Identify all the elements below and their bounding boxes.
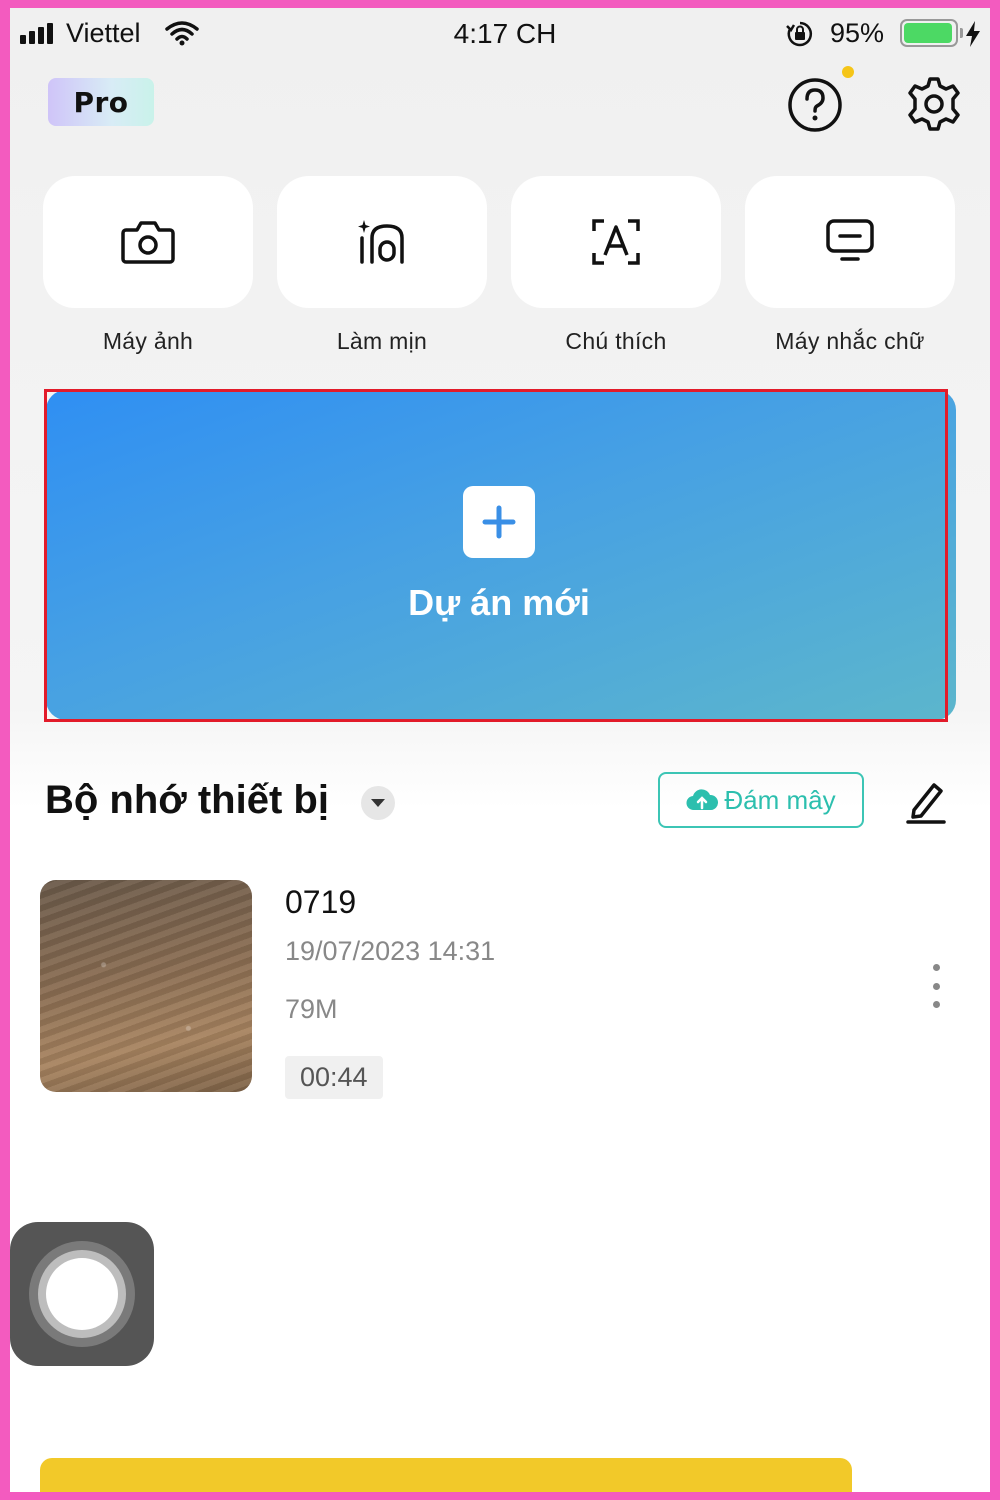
tool-label: Làm mịn bbox=[336, 328, 428, 354]
tool-card[interactable] bbox=[277, 176, 487, 308]
tool-retouch[interactable]: Làm mịn bbox=[277, 176, 487, 355]
assistive-touch-button[interactable] bbox=[10, 1222, 154, 1366]
tool-card[interactable] bbox=[511, 176, 721, 308]
help-icon[interactable] bbox=[786, 76, 844, 134]
retouch-icon bbox=[358, 220, 404, 264]
project-size: 79M bbox=[285, 994, 338, 1024]
project-name[interactable]: 0719 bbox=[285, 884, 356, 921]
rotation-lock-icon bbox=[786, 21, 813, 47]
teleprompter-icon bbox=[826, 219, 874, 261]
new-project-label: Dự án mới bbox=[408, 582, 590, 623]
tool-card[interactable] bbox=[745, 176, 955, 308]
new-project-button[interactable]: Dự án mới bbox=[46, 390, 956, 720]
tool-label: Máy ảnh bbox=[102, 328, 194, 354]
section-title[interactable]: Bộ nhớ thiết bị bbox=[45, 778, 329, 823]
bottom-banner[interactable] bbox=[40, 1458, 852, 1492]
app-screen: Viettel 4:17 CH 95% Pro Máy ảnh Làm mịn … bbox=[10, 8, 990, 1492]
battery-percent: 95% bbox=[830, 18, 885, 48]
cloud-button[interactable]: Đám mây bbox=[658, 772, 864, 828]
cloud-button-label: Đám mây bbox=[724, 784, 836, 815]
gear-icon[interactable] bbox=[904, 74, 964, 134]
notification-dot bbox=[842, 66, 854, 78]
camera-icon bbox=[121, 221, 175, 264]
auto-caption-icon bbox=[592, 219, 640, 265]
project-duration: 00:44 bbox=[285, 1056, 383, 1099]
charging-icon bbox=[966, 21, 980, 47]
pro-badge[interactable]: Pro bbox=[48, 78, 154, 126]
chevron-down-icon[interactable] bbox=[361, 786, 395, 820]
status-bar: Viettel 4:17 CH 95% bbox=[10, 8, 990, 58]
more-options-icon[interactable] bbox=[926, 964, 946, 1008]
project-date: 19/07/2023 14:31 bbox=[285, 936, 496, 966]
cloud-upload-icon bbox=[686, 789, 719, 811]
tool-label: Chú thích bbox=[565, 328, 667, 354]
project-thumbnail[interactable] bbox=[40, 880, 252, 1092]
battery-icon bbox=[900, 19, 958, 47]
tool-label: Máy nhắc chữ bbox=[775, 328, 925, 354]
tool-teleprompter[interactable]: Máy nhắc chữ bbox=[745, 176, 955, 355]
plus-icon bbox=[463, 486, 535, 558]
tool-card[interactable] bbox=[43, 176, 253, 308]
tool-camera[interactable]: Máy ảnh bbox=[43, 176, 253, 355]
edit-icon[interactable] bbox=[904, 778, 948, 824]
battery-nub bbox=[960, 28, 963, 38]
tool-caption[interactable]: Chú thích bbox=[511, 176, 721, 355]
